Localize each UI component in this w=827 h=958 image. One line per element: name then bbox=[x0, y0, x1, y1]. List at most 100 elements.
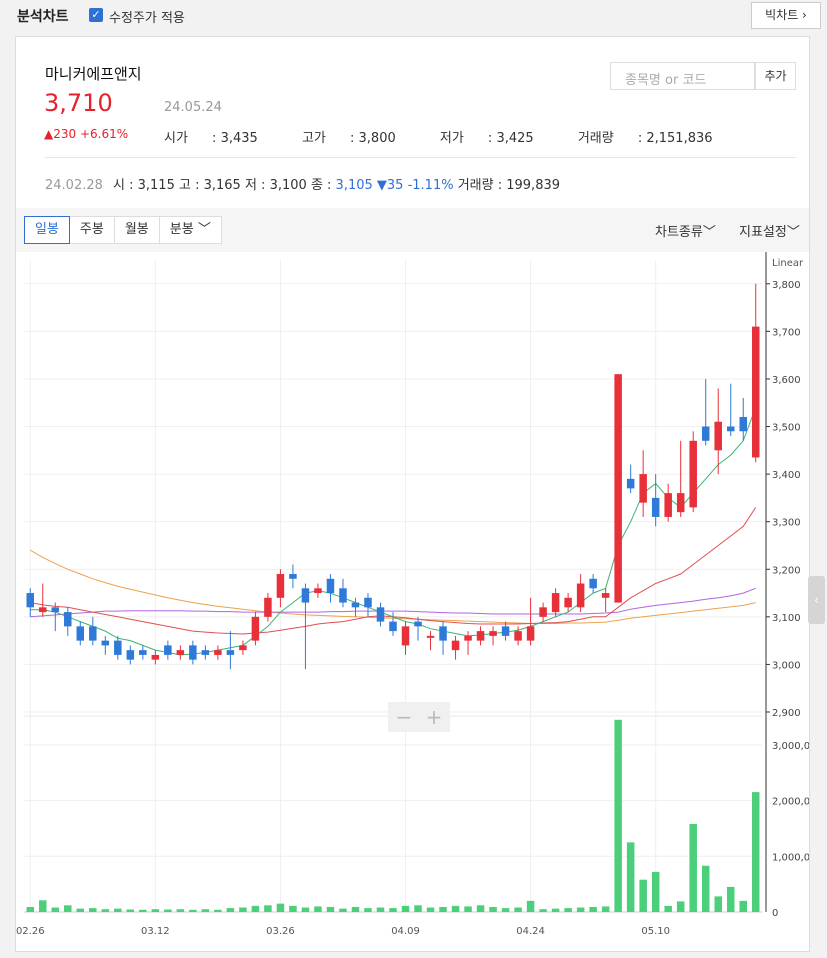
selected-high: 고 : 3,165 bbox=[179, 178, 241, 193]
volume-bar bbox=[126, 909, 135, 912]
stock-search-input[interactable]: 종목명 or 코드 bbox=[610, 62, 755, 90]
big-chart-button[interactable]: 빅차트 › bbox=[751, 2, 821, 29]
candle-body bbox=[51, 607, 60, 613]
candle-body bbox=[264, 597, 272, 617]
candle-body bbox=[626, 478, 635, 489]
x-tick-label: 04.24 bbox=[516, 926, 545, 937]
volume-tick-label: 2,000,000 bbox=[772, 797, 809, 808]
tab-monthly[interactable]: 월봉 bbox=[113, 216, 160, 244]
candle-body bbox=[226, 650, 235, 655]
chart-toolbar: 일봉 주봉 월봉 분봉 ﹀ 차트종류﹀ 지표설정﹀ bbox=[16, 208, 809, 252]
selected-change: ▼35 -1.11% bbox=[376, 178, 454, 193]
tab-weekly[interactable]: 주봉 bbox=[68, 216, 115, 244]
y-tick-label: 3,400 bbox=[772, 470, 801, 481]
candle-body bbox=[401, 626, 410, 646]
x-tick-label: 05.10 bbox=[641, 926, 670, 937]
volume-bar bbox=[389, 908, 397, 912]
adjusted-price-checkbox[interactable]: ✓ bbox=[89, 8, 103, 22]
volume-bar bbox=[739, 900, 747, 912]
candle-body bbox=[251, 616, 260, 641]
zoom-in-icon: + bbox=[426, 705, 443, 729]
candle-body bbox=[64, 612, 72, 627]
candle-body bbox=[126, 650, 135, 660]
chart-area[interactable]: 02.26 03.12 03.26 04.09 04.24 05.10 Linear 2,90… bbox=[16, 252, 823, 952]
y-tick-label: 3,800 bbox=[772, 280, 801, 291]
volume-bar bbox=[51, 907, 60, 912]
candle-body bbox=[514, 631, 522, 641]
volume-bar bbox=[401, 905, 410, 912]
candle-body bbox=[614, 374, 622, 603]
indicator-dropdown[interactable]: 지표설정﹀ bbox=[739, 221, 800, 240]
selected-date: 24.02.28 bbox=[45, 178, 103, 193]
volume-bar bbox=[264, 905, 272, 912]
y-tick-label: 3,500 bbox=[772, 423, 801, 434]
current-price: 3,710 bbox=[44, 89, 113, 117]
x-tick-label: 04.09 bbox=[391, 926, 420, 937]
price-chart[interactable]: 02.26 03.12 03.26 04.09 04.24 05.10 Linear 2,90… bbox=[16, 252, 823, 952]
volume-bar bbox=[239, 907, 247, 912]
volume-tick-label: 3,000,000 bbox=[772, 741, 809, 752]
volume-bar bbox=[176, 909, 185, 912]
chart-type-dropdown[interactable]: 차트종류﹀ bbox=[655, 221, 716, 240]
period-tabs: 일봉 주봉 월봉 분봉 ﹀ bbox=[24, 216, 222, 244]
candle-body bbox=[151, 654, 160, 660]
candle-body bbox=[539, 607, 547, 617]
volume-bar bbox=[651, 871, 660, 912]
candle-body bbox=[564, 597, 572, 608]
volume-bar bbox=[689, 823, 697, 912]
volume-bar bbox=[214, 909, 222, 912]
volume-bar bbox=[676, 901, 685, 912]
volume-bar bbox=[501, 908, 510, 912]
candle-body bbox=[451, 640, 460, 651]
candle-body bbox=[464, 635, 472, 641]
volume-bar bbox=[514, 907, 522, 912]
candle-body bbox=[701, 426, 710, 441]
candle-body bbox=[526, 626, 535, 641]
add-button[interactable]: 추가 bbox=[755, 62, 796, 90]
volume-bar bbox=[64, 905, 72, 912]
volume-bar bbox=[26, 906, 35, 912]
candle-body bbox=[601, 593, 610, 598]
volume-bar bbox=[751, 792, 760, 912]
collapse-handle-icon[interactable]: ‹ bbox=[808, 576, 825, 624]
candle-body bbox=[476, 631, 485, 641]
volume-bar bbox=[664, 905, 672, 912]
candle-body bbox=[376, 607, 385, 622]
candle-body bbox=[26, 593, 35, 608]
tab-daily[interactable]: 일봉 bbox=[24, 216, 70, 244]
volume-bar bbox=[414, 905, 422, 912]
volume-bar bbox=[364, 908, 372, 912]
candle-body bbox=[239, 645, 247, 651]
price-stats: 시가 : 3,435 고가 : 3,800 저가 : 3,425 거래량 : 2… bbox=[164, 127, 753, 146]
candle-body bbox=[639, 474, 647, 503]
adjusted-price-label[interactable]: 수정주가 적용 bbox=[109, 7, 185, 26]
volume-bar bbox=[476, 905, 485, 912]
candle-body bbox=[676, 493, 685, 513]
candle-body bbox=[39, 607, 47, 613]
candle-body bbox=[89, 626, 97, 641]
volume-bar bbox=[326, 906, 335, 912]
volume-bar bbox=[101, 909, 110, 912]
volume-tick-label: 0 bbox=[772, 908, 778, 919]
candle-body bbox=[301, 588, 310, 603]
volume-bar bbox=[139, 909, 147, 912]
volume-bar bbox=[614, 719, 622, 912]
candle-body bbox=[139, 650, 147, 655]
candle-body bbox=[189, 645, 197, 660]
candle-body bbox=[176, 650, 185, 655]
tab-minute[interactable]: 분봉 ﹀ bbox=[158, 216, 222, 244]
page-title: 분석차트 bbox=[17, 9, 69, 25]
volume-bar bbox=[489, 906, 497, 912]
candle-body bbox=[389, 621, 397, 632]
volume-bar bbox=[89, 908, 97, 912]
candle-body bbox=[589, 578, 597, 589]
volume-bar bbox=[189, 909, 197, 912]
volume-bar bbox=[564, 908, 572, 912]
zoom-out-icon: − bbox=[396, 705, 413, 729]
candle-body bbox=[501, 626, 510, 636]
candle-body bbox=[426, 635, 435, 638]
volume-bar bbox=[201, 909, 210, 912]
volume-bar bbox=[376, 907, 385, 912]
volume-bar bbox=[439, 906, 447, 912]
volume-bar bbox=[726, 886, 735, 912]
